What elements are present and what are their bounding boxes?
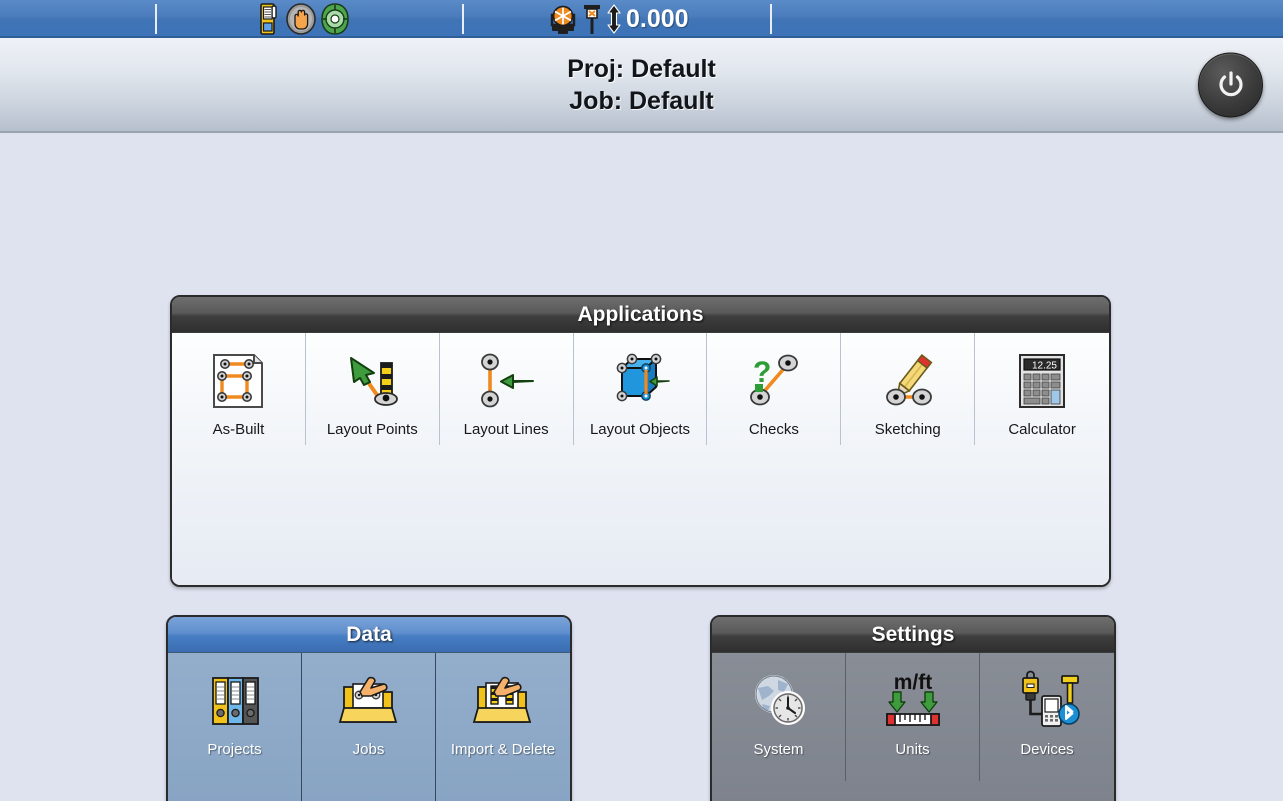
power-button[interactable] xyxy=(1198,52,1263,117)
tile-label-layout-objects: Layout Objects xyxy=(590,421,690,439)
tile-label-layout-points: Layout Points xyxy=(327,421,418,439)
tile-label-layout-lines: Layout Lines xyxy=(464,421,549,439)
prism-target-icon[interactable] xyxy=(320,3,350,35)
tile-export[interactable]: Export xyxy=(168,781,302,801)
statusbar-height-group: 0.000 xyxy=(548,0,689,38)
devices-bluetooth-icon xyxy=(1013,667,1081,735)
statusbar-divider-3 xyxy=(770,4,772,34)
statusbar-divider-2 xyxy=(462,4,464,34)
layout-lines-icon xyxy=(472,347,540,415)
tile-label-jobs: Jobs xyxy=(353,741,385,759)
tile-stake-list-management[interactable]: Stake List Management xyxy=(436,781,570,801)
tile-label-projects: Projects xyxy=(207,741,261,759)
calculator-display-value: 12.25 xyxy=(1032,361,1057,372)
tile-layout-lines[interactable]: Layout Lines xyxy=(440,333,574,445)
up-down-arrow-icon xyxy=(606,4,622,34)
tile-system[interactable]: System xyxy=(712,653,846,781)
tile-label-checks: Checks xyxy=(749,421,799,439)
target-height-value: 0.000 xyxy=(626,5,689,34)
total-station-radio-icon[interactable] xyxy=(256,3,282,35)
tile-sketching[interactable]: Sketching xyxy=(841,333,975,445)
folder-hand-points-icon xyxy=(335,667,403,735)
settings-panel-body: System m/ft xyxy=(712,653,1114,801)
settings-panel: Settings xyxy=(710,615,1116,801)
prism-pole-icon[interactable] xyxy=(582,3,602,35)
report-chart-icon xyxy=(335,795,403,801)
tile-layout-points[interactable]: Layout Points xyxy=(306,333,440,445)
power-icon xyxy=(1216,70,1246,100)
statusbar-divider-1 xyxy=(155,4,157,34)
calculator-icon: 12.25 xyxy=(1008,347,1076,415)
tile-label-system: System xyxy=(753,741,803,759)
data-panel-body: Projects xyxy=(168,653,570,801)
tile-calculator[interactable]: 12.25 xyxy=(975,333,1109,445)
tile-projects[interactable]: Projects xyxy=(168,653,302,781)
data-panel-title: Data xyxy=(168,617,570,653)
globe-clock-icon xyxy=(745,667,813,735)
data-tile-row-1: Projects xyxy=(168,653,570,781)
units-caption: m/ft xyxy=(893,671,932,694)
tile-label-devices: Devices xyxy=(1020,741,1073,759)
job-title: Job: Default xyxy=(569,85,713,117)
as-built-icon xyxy=(204,347,272,415)
main-content: Applications xyxy=(0,133,1283,799)
tile-label-sketching: Sketching xyxy=(875,421,941,439)
tile-as-built[interactable]: As-Built xyxy=(172,333,306,445)
applications-tile-row: As-Built xyxy=(172,333,1109,445)
tile-import-delete[interactable]: Import & Delete xyxy=(436,653,570,781)
settings-panel-title: Settings xyxy=(712,617,1114,653)
project-job-header: Proj: Default Job: Default xyxy=(0,38,1283,133)
tile-label-units: Units xyxy=(895,741,929,759)
tile-reports[interactable]: Reports xyxy=(302,781,436,801)
tile-label-import-delete: Import & Delete xyxy=(451,741,555,759)
binders-icon xyxy=(201,667,269,735)
tile-checks[interactable]: ? Checks xyxy=(707,333,841,445)
folder-hand-stakes-icon xyxy=(469,667,537,735)
sketching-icon xyxy=(874,347,942,415)
layout-points-icon xyxy=(338,347,406,415)
tile-jobs[interactable]: Jobs xyxy=(302,653,436,781)
meter-foot-ruler-icon: m/ft xyxy=(879,667,947,735)
applications-panel-title: Applications xyxy=(172,297,1109,333)
tile-layout-objects[interactable]: Layout Objects xyxy=(574,333,708,445)
total-station-icon[interactable] xyxy=(548,3,578,35)
applications-panel: Applications xyxy=(170,295,1111,587)
statusbar-left-group xyxy=(256,0,350,38)
stake-list-pages-icon xyxy=(469,795,537,801)
status-bar: 0.000 xyxy=(0,0,1283,38)
settings-tile-row: System m/ft xyxy=(712,653,1114,781)
checks-icon: ? xyxy=(740,347,808,415)
hand-pan-icon[interactable] xyxy=(286,3,316,35)
project-title: Proj: Default xyxy=(567,53,716,85)
tile-devices-bluetooth[interactable]: Devices xyxy=(980,653,1114,781)
tile-label-calculator: Calculator xyxy=(1008,421,1076,439)
data-tile-row-2: Export xyxy=(168,781,570,801)
applications-panel-body: As-Built xyxy=(172,333,1109,585)
tile-label-as-built: As-Built xyxy=(213,421,265,439)
layout-objects-icon xyxy=(606,347,674,415)
data-panel: Data xyxy=(166,615,572,801)
tile-units[interactable]: m/ft xyxy=(846,653,980,781)
export-binders-icon xyxy=(201,795,269,801)
